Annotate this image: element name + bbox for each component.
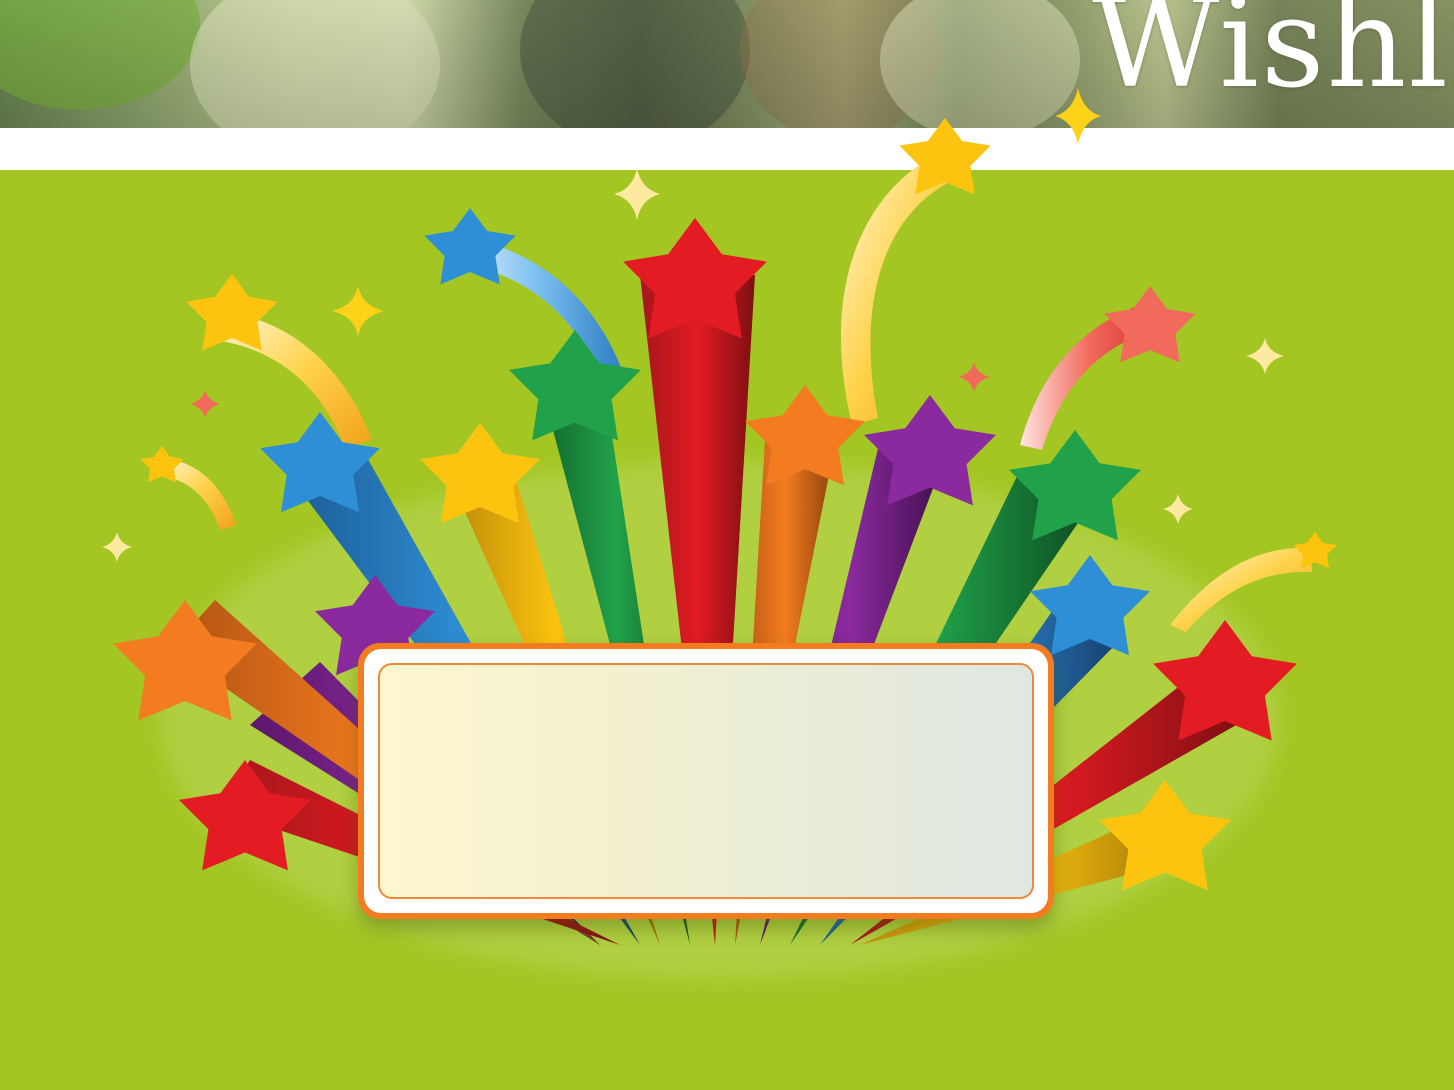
- star-burst-illustration: [102, 88, 1337, 980]
- placard-text-area: [378, 663, 1034, 899]
- title-placard: [358, 643, 1054, 919]
